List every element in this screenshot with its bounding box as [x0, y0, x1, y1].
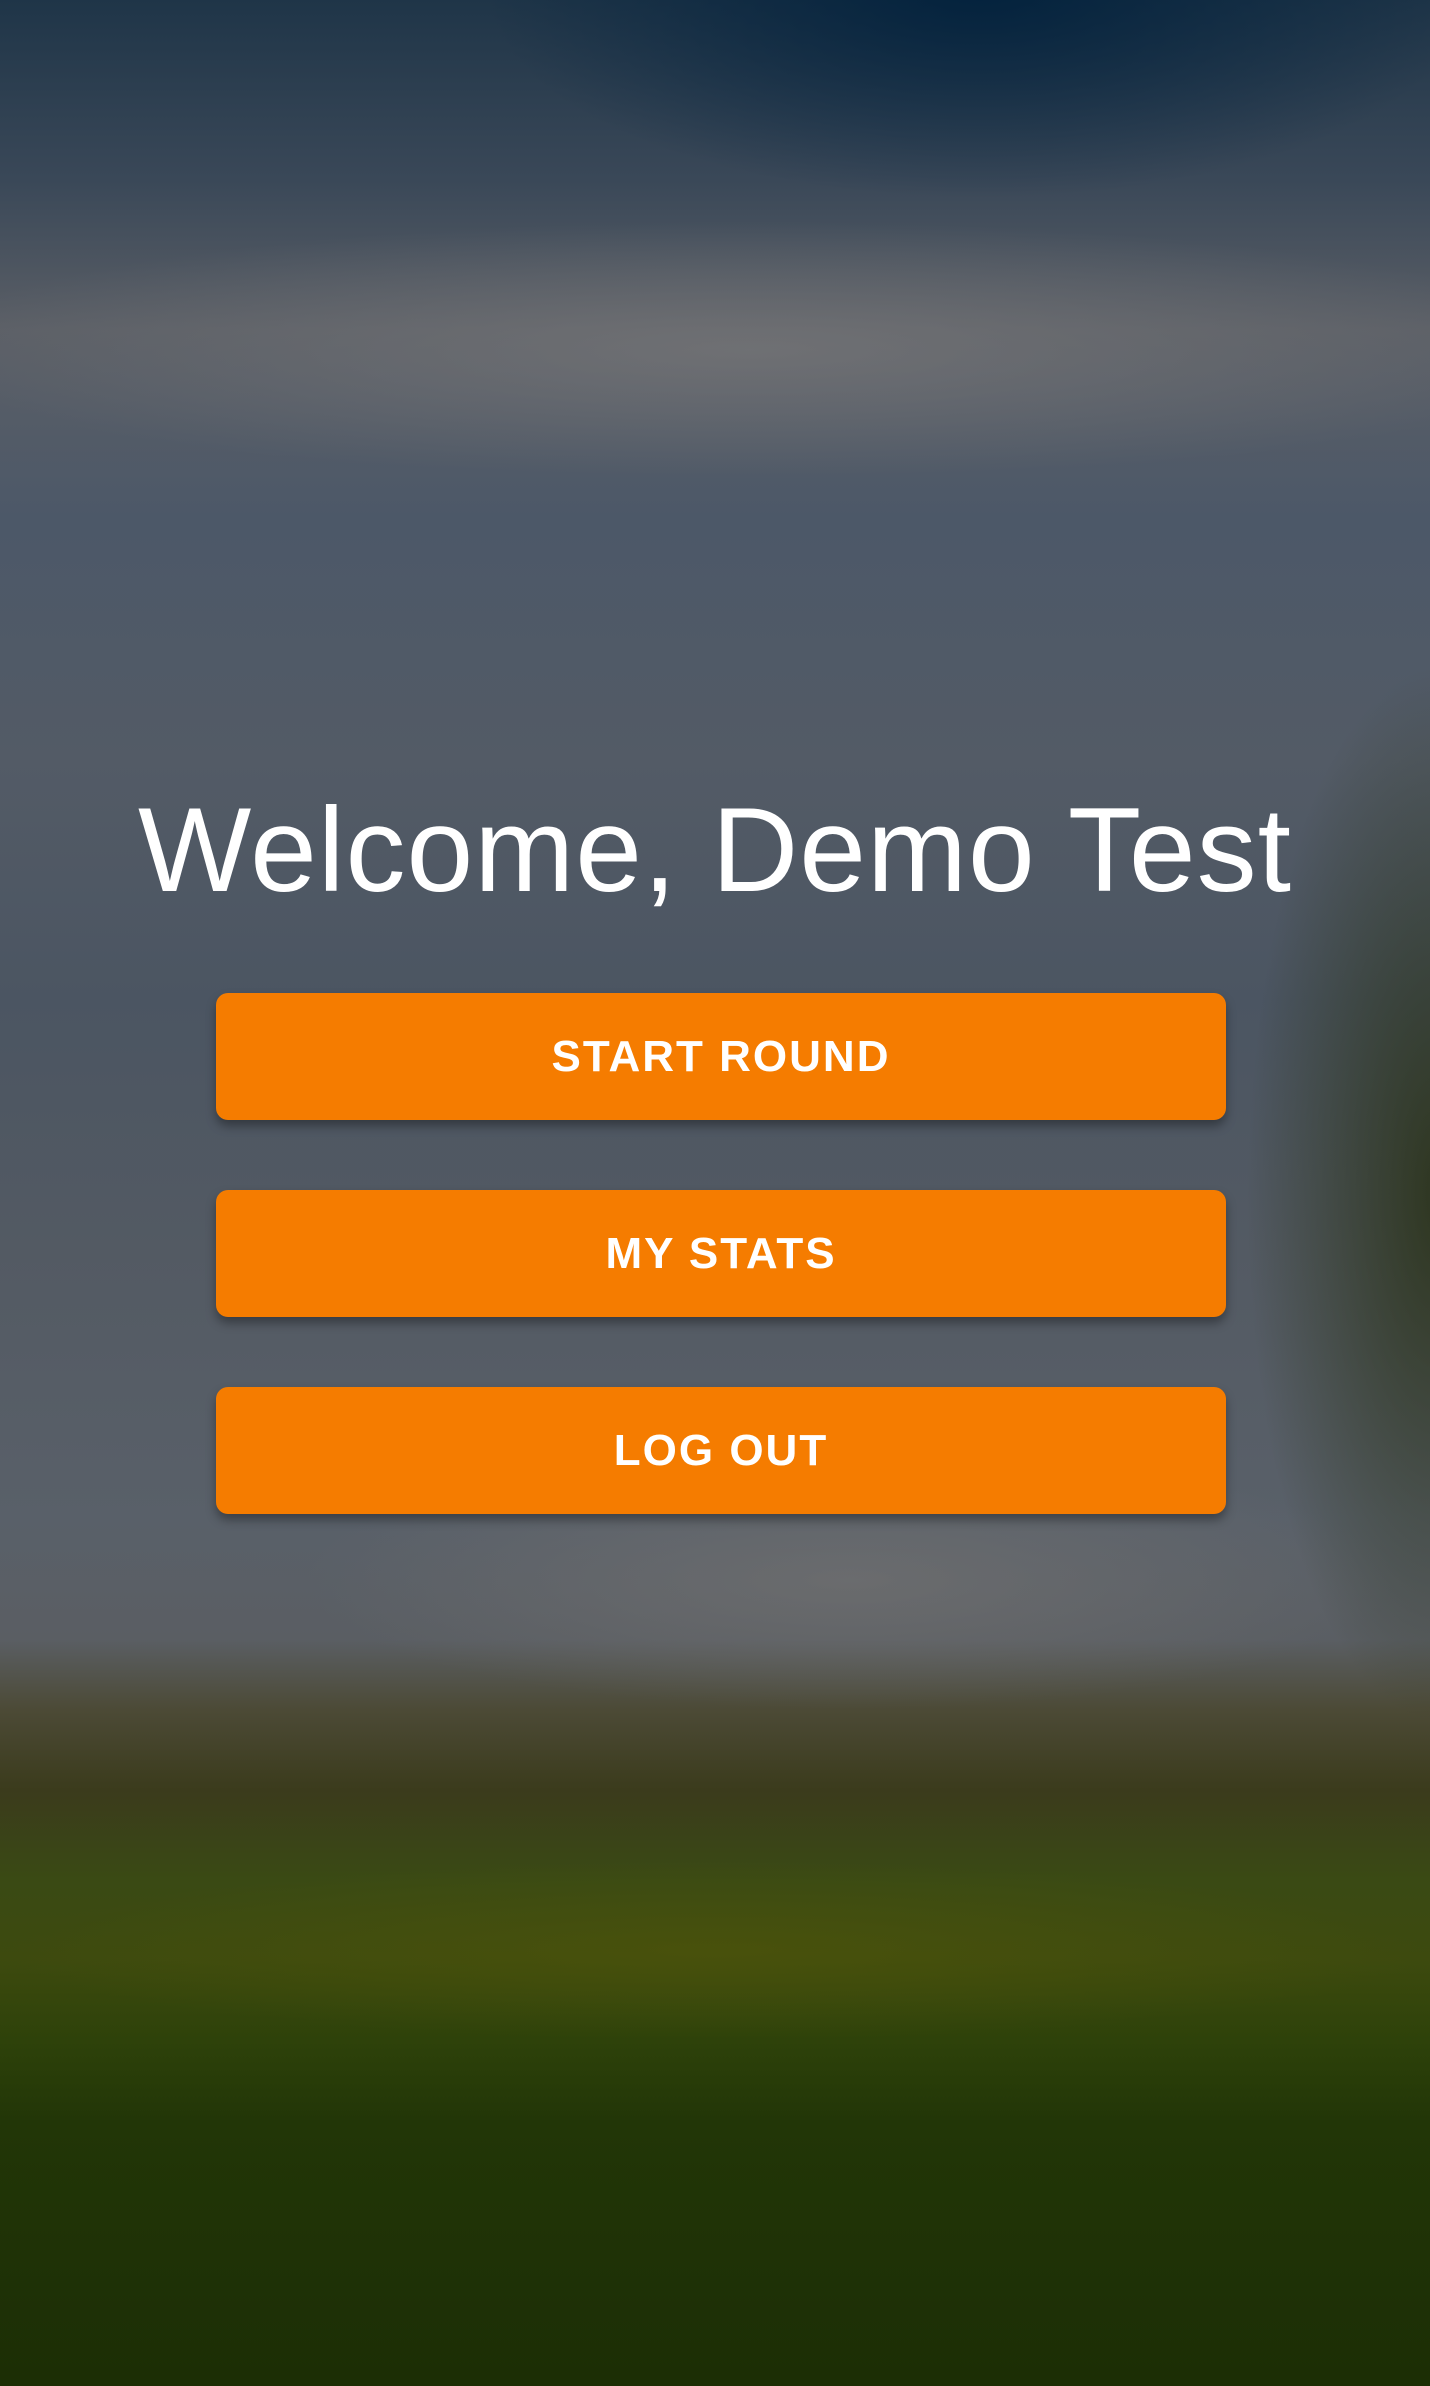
home-screen: Welcome, Demo Test START ROUND MY STATS …: [0, 0, 1430, 2386]
welcome-heading: Welcome, Demo Test: [138, 783, 1292, 917]
start-round-button[interactable]: START ROUND: [216, 993, 1226, 1120]
my-stats-button[interactable]: MY STATS: [216, 1190, 1226, 1317]
log-out-button[interactable]: LOG OUT: [216, 1387, 1226, 1514]
